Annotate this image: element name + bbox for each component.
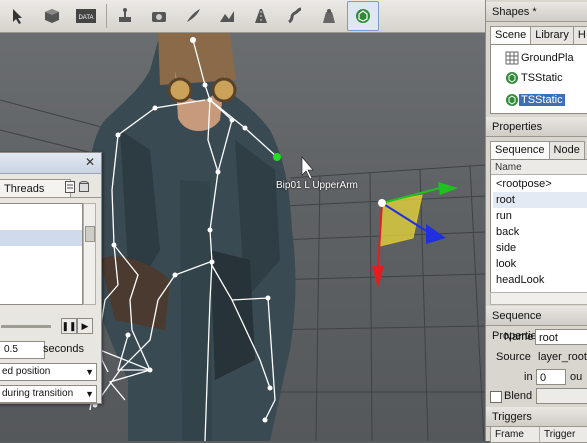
- tab-h[interactable]: H: [572, 26, 587, 44]
- tab-library[interactable]: Library: [530, 26, 574, 44]
- horizontal-scrollbar[interactable]: [490, 292, 587, 305]
- play-icon[interactable]: ▶: [77, 318, 93, 334]
- transition-position-value: ed position: [2, 366, 51, 377]
- name-label: Name: [504, 331, 534, 343]
- in-label: in: [524, 371, 533, 383]
- sequence-list[interactable]: Name <rootpose> root run back side look …: [490, 159, 587, 293]
- scroll-thumb[interactable]: [85, 226, 95, 242]
- data-icon-label: DATA: [78, 15, 93, 21]
- joystick-icon[interactable]: [109, 1, 141, 31]
- transition-slider[interactable]: [1, 325, 51, 328]
- blend-sequence-select[interactable]: [536, 388, 587, 404]
- tree-item-tsstatic[interactable]: TSStatic: [505, 69, 565, 86]
- editor-toolbar: DATA: [0, 0, 485, 33]
- 3d-viewport[interactable]: Bip01 L UpperArm DATA ✕ Threads ❚❚ ▶ 0.5…: [0, 0, 485, 441]
- shape-icon: [506, 71, 518, 84]
- duration-unit-label: seconds: [43, 343, 84, 355]
- source-value: layer_root.: [538, 351, 587, 363]
- list-item[interactable]: headLook: [493, 272, 587, 288]
- triggers-table-header: Frame Trigger: [490, 426, 587, 443]
- tree-item-label: TSStatic: [519, 93, 565, 106]
- brush-icon[interactable]: [177, 1, 209, 31]
- transition-play-select[interactable]: during transition ▼: [0, 385, 97, 403]
- database-icon[interactable]: [79, 181, 89, 193]
- in-frame-field[interactable]: 0: [536, 369, 566, 385]
- mouse-cursor-icon: [301, 156, 314, 180]
- source-label: Source: [496, 351, 531, 363]
- sequence-name-field[interactable]: root: [535, 329, 587, 345]
- transition-play-value: during transition: [2, 388, 74, 399]
- tree-item-label: GroundPla: [521, 51, 574, 64]
- list-item-selected[interactable]: root: [493, 192, 587, 208]
- tree-item-groundplane[interactable]: GroundPla: [505, 49, 576, 66]
- chevron-down-icon: ▼: [85, 367, 94, 377]
- properties-panel-title: Properties: [486, 117, 587, 137]
- river-icon[interactable]: [279, 1, 311, 31]
- mesh-road-icon[interactable]: [313, 1, 345, 31]
- toolbar-separator: [106, 4, 107, 28]
- out-label: ou: [570, 371, 583, 383]
- gizmo-icon[interactable]: [347, 1, 379, 31]
- terrain-brush-icon[interactable]: [211, 1, 243, 31]
- name-column-header[interactable]: Name: [491, 160, 587, 175]
- pause-icon[interactable]: ❚❚: [61, 318, 77, 334]
- threads-scrollbar[interactable]: [83, 203, 96, 305]
- tab-scene[interactable]: Scene: [490, 26, 532, 45]
- shape-icon: [506, 93, 518, 106]
- tab-divider: [0, 197, 101, 198]
- list-item[interactable]: side: [493, 240, 587, 256]
- selected-bone-joint: [273, 153, 281, 161]
- triggers-title: Triggers: [486, 407, 587, 427]
- shapes-panel-title: Shapes *: [486, 2, 587, 22]
- list-item[interactable]: [0, 230, 82, 246]
- threads-toolbar: [65, 181, 89, 193]
- threads-panel: ✕ Threads ❚❚ ▶ 0.5 seconds ed position ▼ …: [0, 152, 102, 404]
- camera-icon[interactable]: [143, 1, 175, 31]
- close-icon[interactable]: ✕: [85, 155, 95, 169]
- list-item[interactable]: back: [493, 224, 587, 240]
- duration-field[interactable]: 0.5: [0, 341, 45, 359]
- transition-position-select[interactable]: ed position ▼: [0, 363, 97, 381]
- selected-bone-label: Bip01 L UpperArm: [276, 180, 358, 191]
- blend-checkbox[interactable]: [490, 391, 502, 403]
- chevron-down-icon: ▼: [85, 389, 94, 399]
- document-icon[interactable]: [65, 181, 75, 193]
- tab-sequence[interactable]: Sequence: [490, 141, 550, 160]
- tree-item-label: TSStatic: [521, 71, 563, 84]
- trigger-column-header[interactable]: Trigger: [540, 427, 587, 442]
- blend-label: Blend: [504, 390, 533, 402]
- road-icon[interactable]: [245, 1, 277, 31]
- sequence-properties-title: Sequence Properties: [486, 306, 587, 342]
- character-model: [85, 18, 296, 441]
- threads-panel-titlebar[interactable]: ✕: [0, 153, 101, 174]
- list-item[interactable]: run: [493, 208, 587, 224]
- properties-tabs: Sequence Node: [490, 141, 585, 160]
- scene-tree[interactable]: GroundPla TSStatic TSStatic: [490, 44, 587, 114]
- frame-column-header[interactable]: Frame: [491, 427, 540, 442]
- tab-threads[interactable]: Threads: [0, 179, 71, 198]
- select-arrow-icon[interactable]: [2, 1, 34, 31]
- list-item[interactable]: look: [493, 256, 587, 272]
- list-item[interactable]: <rootpose>: [493, 176, 587, 192]
- cube-icon[interactable]: [36, 1, 68, 31]
- tab-node[interactable]: Node: [548, 141, 585, 159]
- tree-item-tsstatic-selected[interactable]: TSStatic: [505, 91, 565, 108]
- shapes-tabs: Scene Library H: [490, 26, 587, 45]
- data-icon[interactable]: DATA: [70, 1, 102, 31]
- grid-icon: [505, 51, 519, 64]
- threads-list[interactable]: [0, 203, 83, 305]
- right-dock: Shapes * Scene Library H GroundPla TSSta…: [485, 0, 587, 443]
